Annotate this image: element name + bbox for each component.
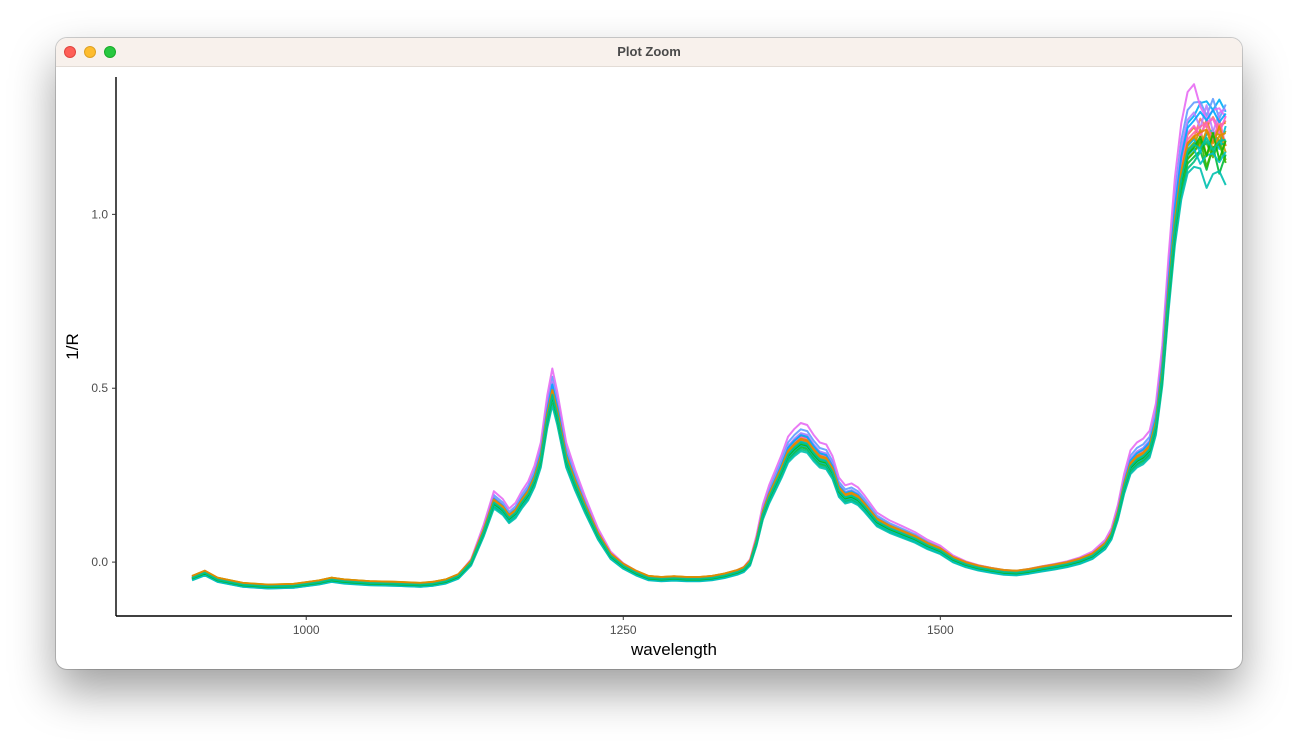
spectrum-line <box>191 109 1227 589</box>
y-tick-label: 0.5 <box>91 381 108 395</box>
x-tick-label: 1500 <box>927 623 954 637</box>
ticks-layer: 1000 1250 1500 0.0 0.5 1.0 <box>91 207 954 637</box>
y-tick-label: 0.0 <box>91 555 108 569</box>
window-title: Plot Zoom <box>617 44 681 59</box>
spectrum-line <box>191 136 1226 588</box>
spectra-chart: 1000 1250 1500 0.0 0.5 1.0 wavelength 1/R <box>63 77 1232 659</box>
spectrum-line <box>191 115 1227 589</box>
spectrum-line <box>191 147 1227 590</box>
spectrum-line <box>191 165 1227 590</box>
spectrum-line <box>191 125 1227 587</box>
spectrum-line <box>191 129 1227 586</box>
spectrum-line <box>191 139 1227 588</box>
plot-zoom-window: Plot Zoom 1000 1250 1500 0.0 0.5 1.0 waveleng… <box>56 38 1242 669</box>
spectrum-line <box>191 118 1227 587</box>
spectrum-line <box>191 138 1227 589</box>
x-axis-title: wavelength <box>630 640 717 659</box>
spectrum-line <box>191 98 1227 588</box>
spectrum-line <box>191 125 1227 589</box>
y-axis-title: 1/R <box>63 333 82 359</box>
spectrum-line <box>191 118 1227 586</box>
spectrum-line <box>191 145 1227 589</box>
x-tick-label: 1250 <box>610 623 637 637</box>
x-tick-label: 1000 <box>293 623 320 637</box>
spectrum-line <box>191 140 1226 589</box>
y-tick-label: 1.0 <box>91 207 108 221</box>
spectrum-line <box>191 130 1227 589</box>
spectrum-line <box>191 83 1227 588</box>
spectrum-line <box>191 116 1227 588</box>
spectrum-line <box>191 104 1227 589</box>
spectrum-line <box>191 97 1227 588</box>
series-layer <box>191 83 1227 590</box>
spectrum-line <box>191 128 1227 586</box>
spectrum-line <box>191 132 1227 588</box>
title-bar[interactable]: Plot Zoom <box>56 38 1242 67</box>
